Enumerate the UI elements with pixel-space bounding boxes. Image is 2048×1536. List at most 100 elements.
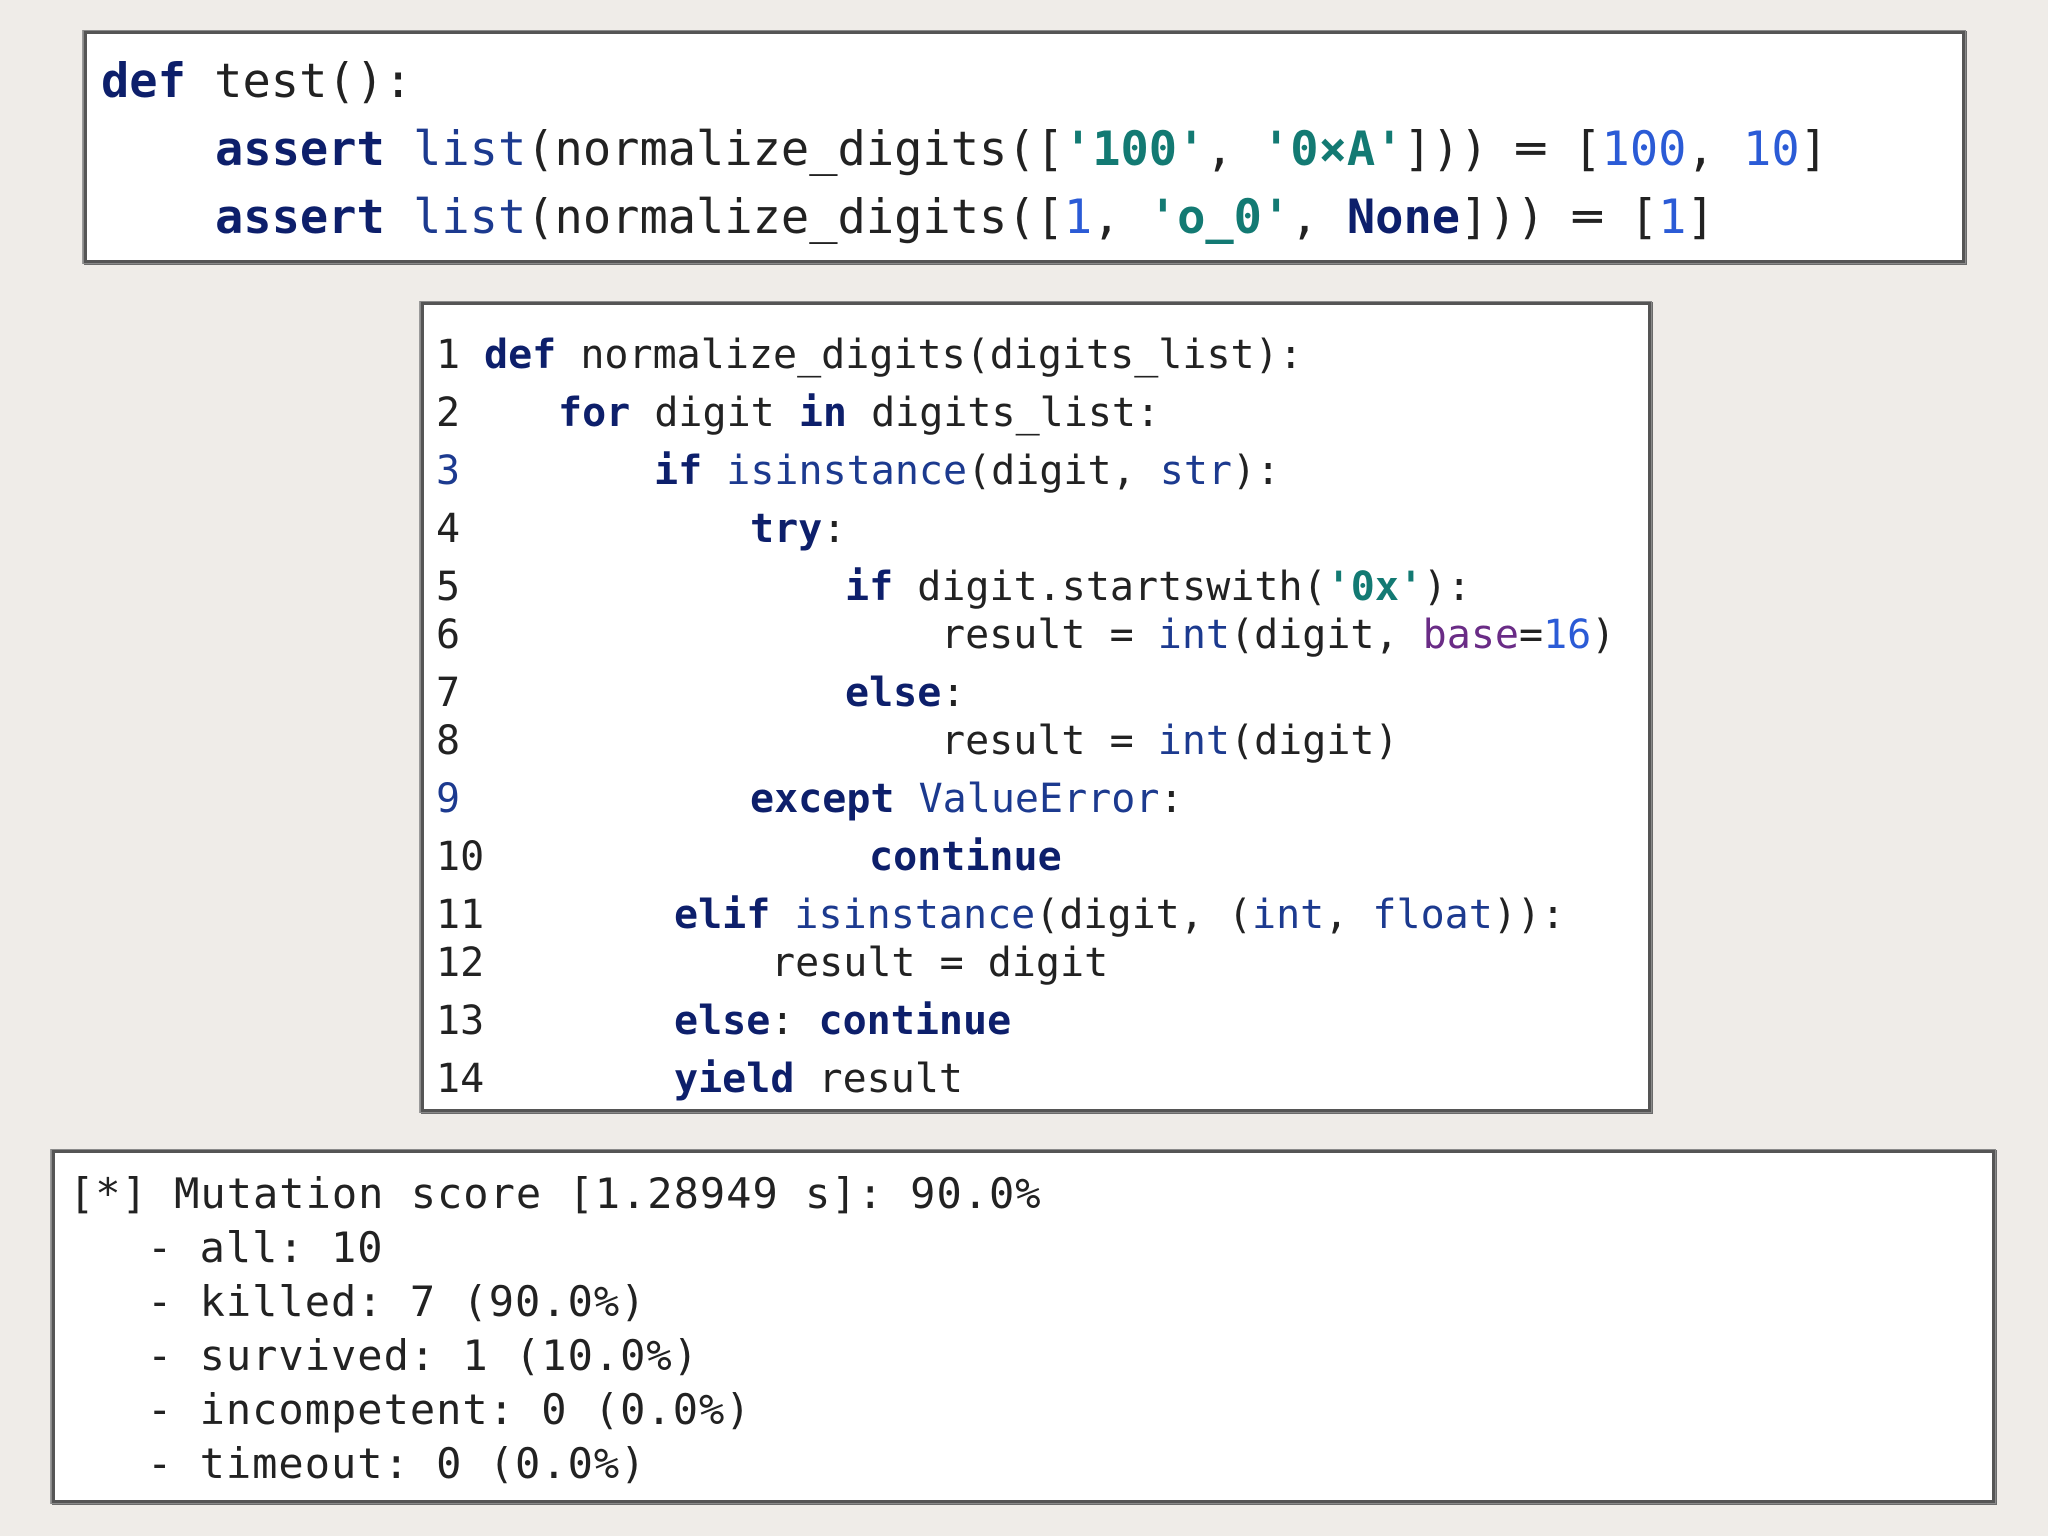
number-literal: 100 <box>1601 122 1687 177</box>
string-literal: '0x' <box>1326 564 1423 610</box>
code-text: (normalize_digits([ <box>526 122 1064 177</box>
code-text: , <box>1686 122 1744 177</box>
code-text: : <box>822 506 847 552</box>
source-line-11: elif isinstance(digit, (int, float)): <box>674 895 1565 935</box>
line-number: 8 <box>436 718 461 764</box>
code-text: result = <box>941 612 1158 658</box>
keyword-for: for <box>558 390 631 436</box>
line-number: 9 <box>436 776 461 822</box>
line-number: 7 <box>436 670 461 716</box>
source-line-9: except ValueError: <box>750 779 1184 819</box>
source-line-12: result = digit <box>771 943 1108 983</box>
line-number: 3 <box>436 448 461 494</box>
code-text: result = digit <box>771 940 1109 986</box>
source-line-8: result = int(digit) <box>941 721 1399 761</box>
code-text: : <box>941 670 966 716</box>
number-literal: 1 <box>1063 190 1093 245</box>
test-line-2: assert list(normalize_digits(['100', '0×… <box>215 126 1828 173</box>
code-text: (normalize_digits([ <box>526 190 1064 245</box>
string-literal: '0×A' <box>1261 122 1404 177</box>
keyword-argument: base <box>1422 612 1519 658</box>
test-line-1: def test(): <box>101 58 412 105</box>
code-text: ])) ═ [ <box>1403 122 1602 177</box>
code-text: : <box>1159 776 1184 822</box>
source-line-6: result = int(digit, base=16) <box>941 615 1615 655</box>
source-line-2: for digit in digits_list: <box>558 393 1160 433</box>
line-number: 12 <box>436 940 485 986</box>
line-number: 4 <box>436 506 461 552</box>
keyword-assert: assert <box>215 190 385 245</box>
keyword-if: if <box>845 564 894 610</box>
code-text: ): <box>1422 564 1472 610</box>
source-line-3: if isinstance(digit, str): <box>654 451 1280 491</box>
builtin-valueerror: ValueError <box>918 776 1160 822</box>
source-line-1: def normalize_digits(digits_list): <box>484 335 1303 375</box>
line-number: 13 <box>436 998 485 1044</box>
keyword-else: else <box>845 670 942 716</box>
builtin-list: list <box>413 190 527 245</box>
result-item-timeout: - timeout: 0 (0.0%) <box>147 1439 647 1488</box>
source-line-10: continue <box>869 837 1062 877</box>
number-literal: 10 <box>1743 122 1800 177</box>
test-line-3: assert list(normalize_digits([1, 'o_0', … <box>215 194 1715 241</box>
code-text: result <box>794 1056 964 1102</box>
code-text: ): <box>1232 448 1281 494</box>
code-text: digit <box>630 390 799 436</box>
line-number: 6 <box>436 612 461 658</box>
keyword-def: def <box>101 54 186 109</box>
test-code-panel: def test(): assert list(normalize_digits… <box>84 31 1965 263</box>
builtin-str: str <box>1159 448 1232 494</box>
line-number: 11 <box>436 892 485 938</box>
result-item-survived: - survived: 1 (10.0%) <box>147 1331 700 1380</box>
keyword-elif: elif <box>674 892 771 938</box>
keyword-in: in <box>798 390 847 436</box>
code-text: digits_list: <box>847 390 1161 436</box>
result-item-all: - all: 10 <box>147 1223 384 1272</box>
code-text: : <box>770 998 819 1044</box>
test-signature: test(): <box>185 54 413 109</box>
line-number: 5 <box>436 564 461 610</box>
source-code-panel: 1 2 3 4 5 6 7 8 9 10 11 12 13 14 def nor… <box>421 302 1651 1112</box>
code-text: , <box>1324 892 1373 938</box>
code-text: , <box>1092 190 1149 245</box>
code-text: (digit, ( <box>1035 892 1252 938</box>
keyword-def: def <box>484 332 557 378</box>
code-text: = <box>1518 612 1544 658</box>
line-number: 1 <box>436 332 461 378</box>
code-text: digit.startswith( <box>893 564 1327 610</box>
keyword-assert: assert <box>215 122 385 177</box>
number-literal: 1 <box>1658 190 1687 245</box>
builtin-isinstance: isinstance <box>726 448 968 494</box>
keyword-else: else <box>674 998 771 1044</box>
builtin-int: int <box>1157 612 1230 658</box>
code-text: ])) ═ [ <box>1460 190 1659 245</box>
code-text: normalize_digits(digits_list): <box>556 332 1303 378</box>
keyword-if: if <box>654 448 703 494</box>
mutation-result-panel: [*] Mutation score [1.28949 s]: 90.0% - … <box>52 1150 1995 1503</box>
source-line-5: if digit.startswith('0x'): <box>845 567 1471 607</box>
number-literal: 16 <box>1543 612 1592 658</box>
result-item-killed: - killed: 7 (90.0%) <box>147 1277 647 1326</box>
code-text: (digit, <box>1230 612 1423 658</box>
builtin-isinstance: isinstance <box>794 892 1036 938</box>
code-text: result = <box>941 718 1158 764</box>
keyword-except: except <box>750 776 895 822</box>
keyword-try: try <box>750 506 823 552</box>
code-text: , <box>1205 122 1262 177</box>
keyword-continue: continue <box>818 998 1012 1044</box>
code-text: )): <box>1492 892 1566 938</box>
line-number: 2 <box>436 390 461 436</box>
source-line-13: else: continue <box>674 1001 1011 1041</box>
code-text: ] <box>1799 122 1828 177</box>
code-text: (digit) <box>1230 718 1399 764</box>
code-text: (digit, <box>967 448 1160 494</box>
string-literal: '100' <box>1063 122 1206 177</box>
source-line-4: try: <box>750 509 846 549</box>
source-line-14: yield result <box>674 1059 963 1099</box>
builtin-int: int <box>1252 892 1325 938</box>
string-literal: 'o_0' <box>1148 190 1291 245</box>
builtin-int: int <box>1157 718 1230 764</box>
